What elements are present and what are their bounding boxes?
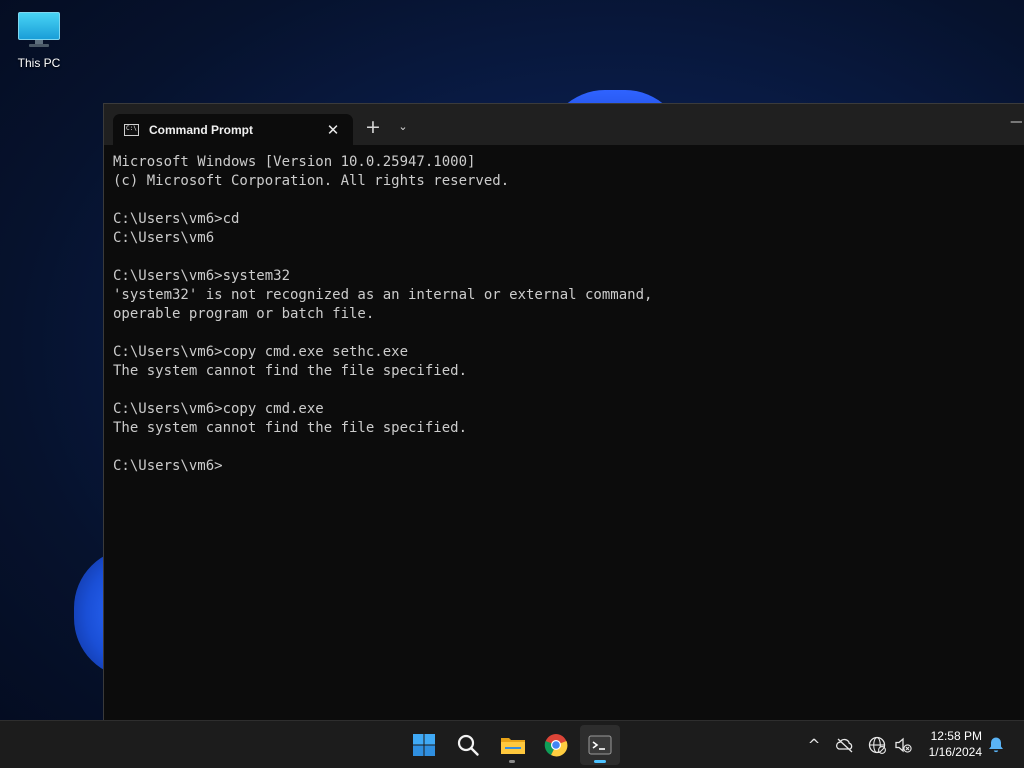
console-line: C:\Users\vm6>copy cmd.exe [113, 401, 324, 417]
terminal-window[interactable]: C:\ Command Prompt ✕ + ⌄ — Microsoft Win… [103, 103, 1024, 720]
console-line: The system cannot find the file specifie… [113, 420, 468, 436]
windows-start-icon [413, 734, 435, 756]
start-button[interactable] [404, 725, 444, 765]
notification-bell-icon[interactable] [986, 735, 1006, 755]
tab-title: Command Prompt [149, 123, 254, 137]
folder-icon [501, 738, 525, 754]
desktop-icon-label: This PC [17, 56, 61, 70]
tab-command-prompt[interactable]: C:\ Command Prompt ✕ [113, 114, 353, 146]
console-line: operable program or batch file. [113, 306, 375, 322]
console-line: (c) Microsoft Corporation. All rights re… [113, 173, 510, 189]
console-line: C:\Users\vm6 [113, 230, 215, 246]
onedrive-offline-icon[interactable] [835, 735, 855, 755]
console-line: C:\Users\vm6> [113, 458, 223, 474]
this-pc-icon [18, 12, 60, 47]
console-line: The system cannot find the file specifie… [113, 363, 468, 379]
console-output[interactable]: Microsoft Windows [Version 10.0.25947.10… [113, 153, 1014, 720]
console-line: Microsoft Windows [Version 10.0.25947.10… [113, 154, 476, 170]
console-line: C:\Users\vm6>system32 [113, 268, 291, 284]
console-line: 'system32' is not recognized as an inter… [113, 287, 653, 303]
chrome-button[interactable] [536, 725, 576, 765]
running-indicator [509, 760, 515, 763]
chrome-icon [544, 734, 568, 757]
cmd-icon: C:\ [124, 124, 139, 136]
desktop-icon-this-pc[interactable]: This PC [8, 8, 70, 78]
file-explorer-button[interactable] [492, 725, 532, 765]
new-tab-button[interactable]: + [362, 116, 384, 138]
search-button[interactable] [448, 725, 488, 765]
active-indicator [594, 760, 606, 763]
terminal-button[interactable] [580, 725, 620, 765]
console-line: C:\Users\vm6>copy cmd.exe sethc.exe [113, 344, 409, 360]
title-bar[interactable]: C:\ Command Prompt ✕ + ⌄ — [104, 103, 1024, 146]
volume-muted-icon[interactable] [893, 735, 913, 755]
system-clock[interactable]: 12:58 PM 1/16/2024 [929, 728, 982, 760]
clock-date: 1/16/2024 [928, 745, 982, 759]
chevron-up-icon[interactable]: ^ [804, 735, 824, 755]
search-icon [457, 734, 479, 756]
minimize-button[interactable]: — [1010, 114, 1022, 130]
network-globe-icon[interactable] [867, 735, 887, 755]
terminal-icon [588, 735, 612, 755]
clock-time: 12:58 PM [930, 729, 982, 743]
tab-close-button[interactable]: ✕ [323, 120, 343, 140]
taskbar: ^ 12:58 PM 1/16/2024 [0, 720, 1024, 768]
tab-dropdown-button[interactable]: ⌄ [394, 116, 412, 138]
console-line: C:\Users\vm6>cd [113, 211, 240, 227]
